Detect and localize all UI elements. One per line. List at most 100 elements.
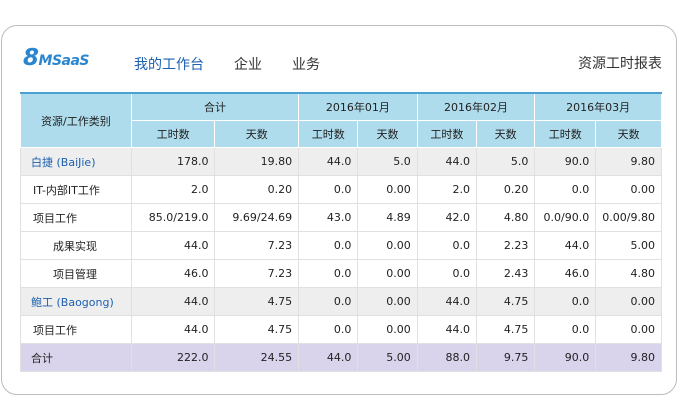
group-header-total: 合计 <box>130 92 300 121</box>
days-cell: 0.20 <box>214 175 300 204</box>
resource-group-row[interactable]: 白捷 (BaiJie) 178.0 19.80 44.0 5.0 44.0 5.0 90.0 9… <box>20 147 662 176</box>
row-label: 项目工作 <box>20 315 132 344</box>
hours-cell: 46.0 <box>130 259 216 288</box>
days-cell: 7.23 <box>214 259 300 288</box>
hours-cell: 44.0 <box>416 315 478 344</box>
days-cell: 0.20 <box>475 175 536 204</box>
subheader-days: 天数 <box>357 120 418 148</box>
hours-cell: 88.0 <box>416 343 478 372</box>
days-cell: 5.0 <box>357 147 418 176</box>
days-cell: 0.00/9.80 <box>595 203 662 232</box>
hours-cell: 42.0 <box>416 203 478 232</box>
days-cell: 5.00 <box>595 231 662 260</box>
days-cell: 4.75 <box>475 315 536 344</box>
hours-cell: 2.0 <box>130 175 216 204</box>
hours-cell: 0.0/90.0 <box>534 203 597 232</box>
hours-cell: 44.0 <box>130 231 216 260</box>
hours-cell: 0.0 <box>298 231 359 260</box>
resource-name-link[interactable]: 白捷 (BaiJie) <box>20 147 132 176</box>
days-cell: 0.00 <box>357 231 418 260</box>
group-header-2016-02: 2016年02月 <box>416 92 536 121</box>
subheader-days: 天数 <box>214 120 300 148</box>
days-cell: 24.55 <box>214 343 300 372</box>
days-cell: 0.00 <box>357 175 418 204</box>
hours-cell: 0.0 <box>534 287 597 316</box>
subheader-hours: 工时数 <box>416 120 478 148</box>
resource-group-row[interactable]: 鲍工 (Baogong) 44.0 4.75 0.0 0.00 44.0 4.75 0.0 0.… <box>20 287 662 316</box>
hours-cell: 85.0/219.0 <box>130 203 216 232</box>
days-cell: 9.69/24.69 <box>214 203 300 232</box>
subheader-hours: 工时数 <box>130 120 216 148</box>
hours-cell: 0.0 <box>298 175 359 204</box>
days-cell: 0.00 <box>595 287 662 316</box>
hours-cell: 0.0 <box>534 175 597 204</box>
days-cell: 9.80 <box>595 147 662 176</box>
row-label: IT-内部IT工作 <box>20 175 132 204</box>
hours-cell: 46.0 <box>534 259 597 288</box>
days-cell: 5.00 <box>357 343 418 372</box>
total-row: 合计 222.0 24.55 44.0 5.00 88.0 9.75 90.0 9.80 <box>20 343 662 372</box>
hours-cell: 44.0 <box>534 231 597 260</box>
days-cell: 2.23 <box>475 231 536 260</box>
days-cell: 4.75 <box>214 315 300 344</box>
hours-cell: 90.0 <box>534 343 597 372</box>
days-cell: 0.00 <box>595 315 662 344</box>
days-cell: 0.00 <box>357 315 418 344</box>
days-cell: 4.75 <box>475 287 536 316</box>
hours-cell: 2.0 <box>416 175 478 204</box>
row-header: 资源/工作类别 <box>20 92 132 148</box>
resource-hours-table: 资源/工作类别 合计 2016年01月 2016年02月 2016年03月 工时… <box>20 92 662 372</box>
subheader-days: 天数 <box>595 120 662 148</box>
days-cell: 9.80 <box>595 343 662 372</box>
hours-cell: 178.0 <box>130 147 216 176</box>
table-row: 成果实现 44.0 7.23 0.0 0.00 0.0 2.23 44.0 5.00 <box>20 231 662 260</box>
days-cell: 0.00 <box>595 175 662 204</box>
hours-cell: 44.0 <box>298 147 359 176</box>
resource-name-link[interactable]: 鲍工 (Baogong) <box>20 287 132 316</box>
hours-cell: 222.0 <box>130 343 216 372</box>
report-title: 资源工时报表 <box>578 56 662 72</box>
days-cell: 5.0 <box>475 147 536 176</box>
hours-cell: 0.0 <box>298 287 359 316</box>
top-nav: 我的工作台 企业 业务 <box>134 54 350 74</box>
row-label: 合计 <box>20 343 132 372</box>
days-cell: 9.75 <box>475 343 536 372</box>
group-header-2016-03: 2016年03月 <box>534 92 662 121</box>
hours-cell: 44.0 <box>298 343 359 372</box>
hours-cell: 0.0 <box>416 259 478 288</box>
days-cell: 4.80 <box>475 203 536 232</box>
days-cell: 19.80 <box>214 147 300 176</box>
subheader-hours: 工时数 <box>534 120 597 148</box>
days-cell: 7.23 <box>214 231 300 260</box>
days-cell: 0.00 <box>357 259 418 288</box>
hours-cell: 0.0 <box>416 231 478 260</box>
subheader-days: 天数 <box>475 120 536 148</box>
table-row: 项目管理 46.0 7.23 0.0 0.00 0.0 2.43 46.0 4.80 <box>20 259 662 288</box>
row-label: 成果实现 <box>20 231 132 260</box>
table-row: 项目工作 85.0/219.0 9.69/24.69 43.0 4.89 42.0 4.80… <box>20 203 662 232</box>
hours-cell: 0.0 <box>298 259 359 288</box>
row-label: 项目工作 <box>20 203 132 232</box>
days-cell: 4.89 <box>357 203 418 232</box>
days-cell: 4.75 <box>214 287 300 316</box>
table-row: 项目工作 44.0 4.75 0.0 0.00 44.0 4.75 0.0 0.00 <box>20 315 662 344</box>
hours-cell: 43.0 <box>298 203 359 232</box>
table-row: IT-内部IT工作 2.0 0.20 0.0 0.00 2.0 0.20 0.0 0.00 <box>20 175 662 204</box>
hours-cell: 44.0 <box>130 287 216 316</box>
days-cell: 2.43 <box>475 259 536 288</box>
nav-item-workbench[interactable]: 我的工作台 <box>134 54 204 74</box>
days-cell: 0.00 <box>357 287 418 316</box>
days-cell: 4.80 <box>595 259 662 288</box>
hours-cell: 90.0 <box>534 147 597 176</box>
subheader-hours: 工时数 <box>298 120 359 148</box>
hours-cell: 44.0 <box>130 315 216 344</box>
hours-cell: 0.0 <box>534 315 597 344</box>
row-label: 项目管理 <box>20 259 132 288</box>
group-header-2016-01: 2016年01月 <box>298 92 418 121</box>
nav-item-enterprise[interactable]: 企业 <box>234 54 262 74</box>
nav-item-business[interactable]: 业务 <box>292 54 320 74</box>
hours-cell: 44.0 <box>416 287 478 316</box>
brand-logo: 8MSaaS <box>23 45 90 71</box>
hours-cell: 0.0 <box>298 315 359 344</box>
hours-cell: 44.0 <box>416 147 478 176</box>
